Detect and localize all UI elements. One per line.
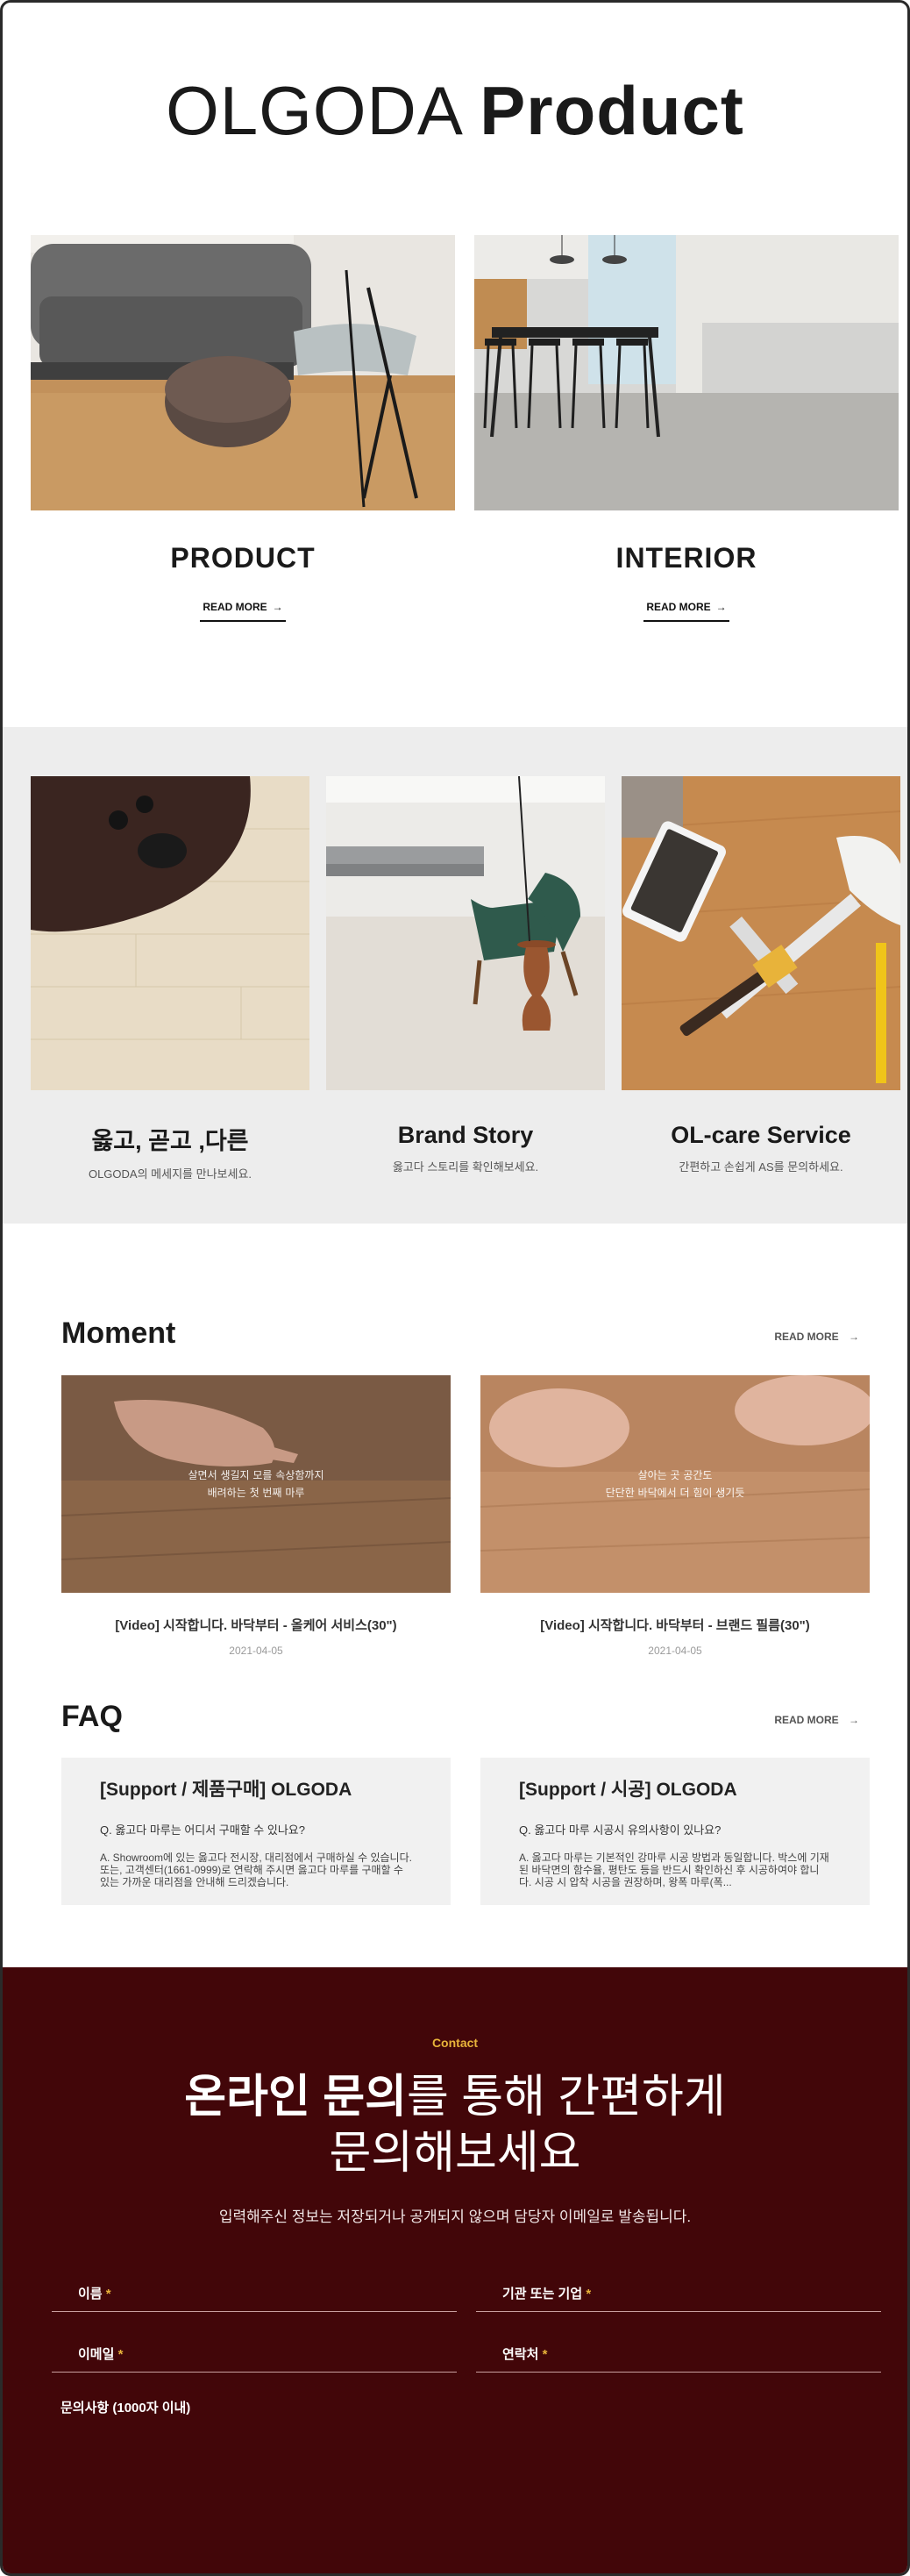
faq-card-purchase[interactable]: [Support / 제품구매] OLGODA Q. 옳고다 마루는 어디서 구… — [61, 1758, 451, 1905]
band-card-brand-story[interactable]: Brand Story 옳고다 스토리를 확인해보세요. — [326, 776, 605, 1174]
band-image-ol-care — [622, 776, 900, 1090]
required-mark: * — [117, 2347, 124, 2362]
band-sub-brand-story: 옳고다 스토리를 확인해보세요. — [392, 1160, 539, 1174]
faq-card-title: [Support / 시공] OLGODA — [519, 1780, 737, 1800]
page-title: OLGODA Product — [3, 71, 907, 151]
interior-image[interactable] — [474, 235, 899, 510]
arrow-right-icon: → — [849, 1331, 859, 1343]
required-mark: * — [105, 2287, 111, 2301]
title-bold: Product — [480, 72, 744, 149]
interior-name: INTERIOR — [615, 542, 757, 574]
organization-field[interactable]: 기관 또는 기업 * — [476, 2270, 881, 2312]
moment-read-more-label: READ MORE — [774, 1331, 839, 1343]
faq-title: FAQ — [61, 1700, 123, 1733]
faq-read-more-label: READ MORE — [774, 1714, 839, 1726]
band-title-ol-care: OL-care Service — [671, 1122, 851, 1148]
video-caption-line1: 살면서 생길지 모를 속상함까지 — [188, 1469, 324, 1481]
name-field-label: 이름 * — [78, 2284, 111, 2302]
video-caption-line2: 배려하는 첫 번째 마루 — [207, 1487, 305, 1499]
arrow-right-icon: → — [849, 1714, 859, 1726]
organization-label-text: 기관 또는 기업 — [502, 2287, 583, 2301]
band-title-brand-story: Brand Story — [397, 1122, 534, 1148]
contact-heading-line2: 문의해보세요 — [329, 2128, 581, 2179]
video-caption-ol-care: 살면서 생길지 모를 속상함까지 배려하는 첫 번째 마루 — [61, 1466, 451, 1502]
name-field[interactable]: 이름 * — [52, 2270, 457, 2312]
band-image-message — [31, 776, 309, 1090]
brand-band: 옳고, 곧고 ,다른 OLGODA의 메세지를 만나보세요. Brand Sto… — [3, 727, 907, 1224]
contact-description: 입력해주신 정보는 저장되거나 공개되지 않으며 담당자 이메일로 발송됩니다. — [218, 2209, 692, 2225]
faq-card-install[interactable]: [Support / 시공] OLGODA Q. 옳고다 마루 시공시 유의사항… — [480, 1758, 870, 1905]
band-title-message: 옳고, 곧고 ,다른 — [91, 1128, 249, 1154]
required-mark: * — [586, 2287, 592, 2301]
video-date-ol-care: 2021-04-05 — [229, 1645, 283, 1657]
email-field-label: 이메일 * — [78, 2344, 123, 2363]
product-name: PRODUCT — [170, 542, 316, 574]
product-image[interactable] — [31, 235, 455, 510]
contact-heading: 온라인 문의를 통해 간편하게 문의해보세요 — [3, 2069, 907, 2181]
interior-read-more-link[interactable]: READ MORE → — [643, 601, 729, 622]
video-date-brand-film: 2021-04-05 — [648, 1645, 702, 1657]
faq-question: Q. 옳고다 마루는 어디서 구매할 수 있나요? — [100, 1823, 305, 1837]
arrow-right-icon: → — [272, 601, 283, 613]
band-card-message[interactable]: 옳고, 곧고 ,다른 OLGODA의 메세지를 만나보세요. — [31, 776, 309, 1181]
faq-card-title: [Support / 제품구매] OLGODA — [100, 1780, 352, 1800]
interior-card: INTERIOR READ MORE → — [474, 235, 899, 622]
required-mark: * — [542, 2347, 548, 2362]
phone-field-label: 연락처 * — [502, 2344, 547, 2363]
moment-read-more-link[interactable]: READ MORE → — [774, 1331, 859, 1343]
phone-label-text: 연락처 — [502, 2347, 539, 2362]
band-sub-ol-care: 간편하고 손쉽게 AS를 문의하세요. — [679, 1160, 843, 1174]
title-light: OLGODA — [166, 72, 460, 149]
video-caption-brand-film: 살아는 곳 공간도 단단한 바닥에서 더 힘이 생기듯 — [480, 1466, 870, 1502]
name-label-text: 이름 — [78, 2287, 103, 2301]
video-caption-line2: 단단한 바닥에서 더 힘이 생기듯 — [605, 1487, 745, 1499]
faq-read-more-link[interactable]: READ MORE → — [774, 1714, 859, 1726]
page-frame: OLGODA Product PRODUCT READ MORE → INTER… — [0, 0, 910, 2576]
video-title-brand-film: [Video] 시작합니다. 바닥부터 - 브랜드 필름(30") — [540, 1618, 810, 1633]
email-field[interactable]: 이메일 * — [52, 2330, 457, 2373]
video-card-brand-film[interactable]: 살아는 곳 공간도 단단한 바닥에서 더 힘이 생기듯 [Video] 시작합니… — [480, 1375, 870, 1657]
video-caption-line1: 살아는 곳 공간도 — [637, 1469, 713, 1481]
phone-field[interactable]: 연락처 * — [476, 2330, 881, 2373]
email-label-text: 이메일 — [78, 2347, 115, 2362]
interior-read-more-label: READ MORE — [646, 601, 711, 613]
video-thumbnail-brand-film[interactable]: 살아는 곳 공간도 단단한 바닥에서 더 힘이 생기듯 — [480, 1375, 870, 1593]
contact-section: Contact 온라인 문의를 통해 간편하게 문의해보세요 입력해주신 정보는… — [3, 1967, 907, 2573]
video-card-ol-care[interactable]: 살면서 생길지 모를 속상함까지 배려하는 첫 번째 마루 [Video] 시작… — [61, 1375, 451, 1657]
message-field-label[interactable]: 문의사항 (1000자 이내) — [60, 2398, 190, 2416]
product-read-more-link[interactable]: READ MORE → — [200, 601, 286, 622]
product-card: PRODUCT READ MORE → — [31, 235, 455, 622]
contact-heading-rest: 를 통해 간편하게 — [406, 2072, 726, 2123]
band-image-brand-story — [326, 776, 605, 1090]
moment-title: Moment — [61, 1317, 176, 1350]
faq-question: Q. 옳고다 마루 시공시 유의사항이 있나요? — [519, 1823, 722, 1837]
video-title-ol-care: [Video] 시작합니다. 바닥부터 - 올케어 서비스(30") — [115, 1618, 397, 1633]
organization-field-label: 기관 또는 기업 * — [502, 2284, 591, 2302]
contact-label: Contact — [431, 2036, 479, 2050]
faq-answer: A. Showroom에 있는 옳고다 전시장, 대리점에서 구매하실 수 있습… — [100, 1852, 412, 1888]
band-card-ol-care[interactable]: OL-care Service 간편하고 손쉽게 AS를 문의하세요. — [622, 776, 900, 1174]
faq-answer: A. 옳고다 마루는 기본적인 강마루 시공 방법과 동일합니다. 박스에 기재… — [519, 1852, 829, 1888]
arrow-right-icon: → — [715, 601, 727, 613]
contact-heading-bold: 온라인 문의 — [184, 2072, 407, 2123]
product-read-more-label: READ MORE — [203, 601, 267, 613]
band-sub-message: OLGODA의 메세지를 만나보세요. — [88, 1167, 252, 1181]
video-thumbnail-ol-care[interactable]: 살면서 생길지 모를 속상함까지 배려하는 첫 번째 마루 — [61, 1375, 451, 1593]
